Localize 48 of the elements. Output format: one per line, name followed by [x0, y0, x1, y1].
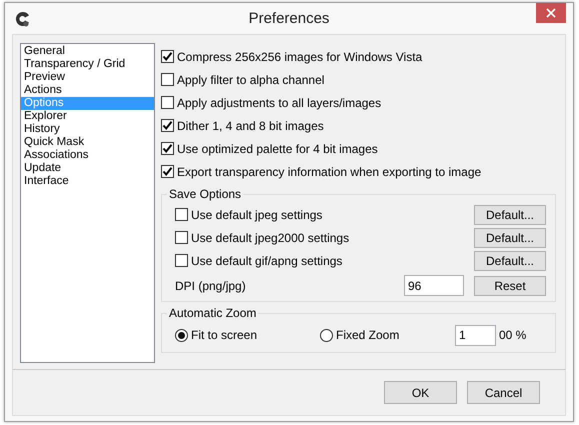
checkbox[interactable]	[161, 142, 174, 155]
option-label: Export transparency information when exporting to image	[177, 164, 482, 178]
checkbox[interactable]	[161, 165, 174, 178]
checkbox[interactable]	[175, 254, 188, 267]
option-label: Use default gif/apng settings	[191, 254, 344, 268]
close-icon	[546, 8, 556, 18]
dpi-label: DPI (png/jpg)	[175, 278, 247, 292]
category-item[interactable]: Associations	[21, 149, 154, 162]
cancel-button[interactable]: Cancel	[467, 381, 540, 404]
group-title: Automatic Zoom	[168, 306, 258, 320]
radio-button[interactable]	[175, 328, 188, 342]
category-item[interactable]: Update	[21, 162, 154, 175]
checkbox[interactable]	[161, 119, 174, 132]
close-button[interactable]	[536, 3, 566, 23]
dpi-field[interactable]: 96	[404, 275, 464, 296]
unit-label: 00 %	[499, 328, 526, 342]
default-button[interactable]: Default...	[474, 204, 546, 224]
radio-button[interactable]	[320, 328, 333, 342]
app-logo-icon	[15, 10, 31, 26]
checkbox[interactable]	[161, 73, 174, 86]
category-item[interactable]: Preview	[21, 71, 154, 84]
category-item[interactable]: Quick Mask	[21, 136, 154, 149]
reset-button[interactable]: Reset	[474, 276, 546, 296]
option-label: Apply adjustments to all layers/images	[177, 96, 382, 110]
checkbox[interactable]	[161, 96, 174, 109]
ok-button[interactable]: OK	[384, 381, 457, 404]
default-button[interactable]: Default...	[474, 228, 546, 248]
group-title: Save Options	[168, 187, 242, 201]
radio-label: Fixed Zoom	[336, 328, 400, 342]
option-label: Compress 256x256 images for Windows Vista	[177, 50, 422, 64]
radio-label: Fit to screen	[191, 328, 258, 342]
option-label: Use default jpeg2000 settings	[191, 230, 350, 244]
option-label: Dither 1, 4 and 8 bit images	[177, 118, 324, 132]
window-title: Preferences	[248, 10, 330, 27]
category-item[interactable]: Actions	[21, 84, 154, 97]
option-label: Apply filter to alpha channel	[177, 72, 324, 86]
checkbox[interactable]	[161, 50, 174, 63]
category-item[interactable]: General	[21, 45, 154, 58]
checkbox[interactable]	[175, 231, 188, 244]
zoom-field[interactable]: 1	[455, 324, 496, 346]
option-label: Use optimized palette for 4 bit images	[177, 142, 378, 156]
option-label: Use default jpeg settings	[191, 208, 324, 222]
default-button[interactable]: Default...	[474, 250, 546, 270]
category-item[interactable]: Interface	[21, 175, 154, 188]
category-item[interactable]: Explorer	[21, 110, 154, 123]
checkbox[interactable]	[175, 208, 188, 221]
category-item[interactable]: Transparency / Grid	[21, 58, 154, 71]
category-item[interactable]: History	[21, 123, 154, 136]
